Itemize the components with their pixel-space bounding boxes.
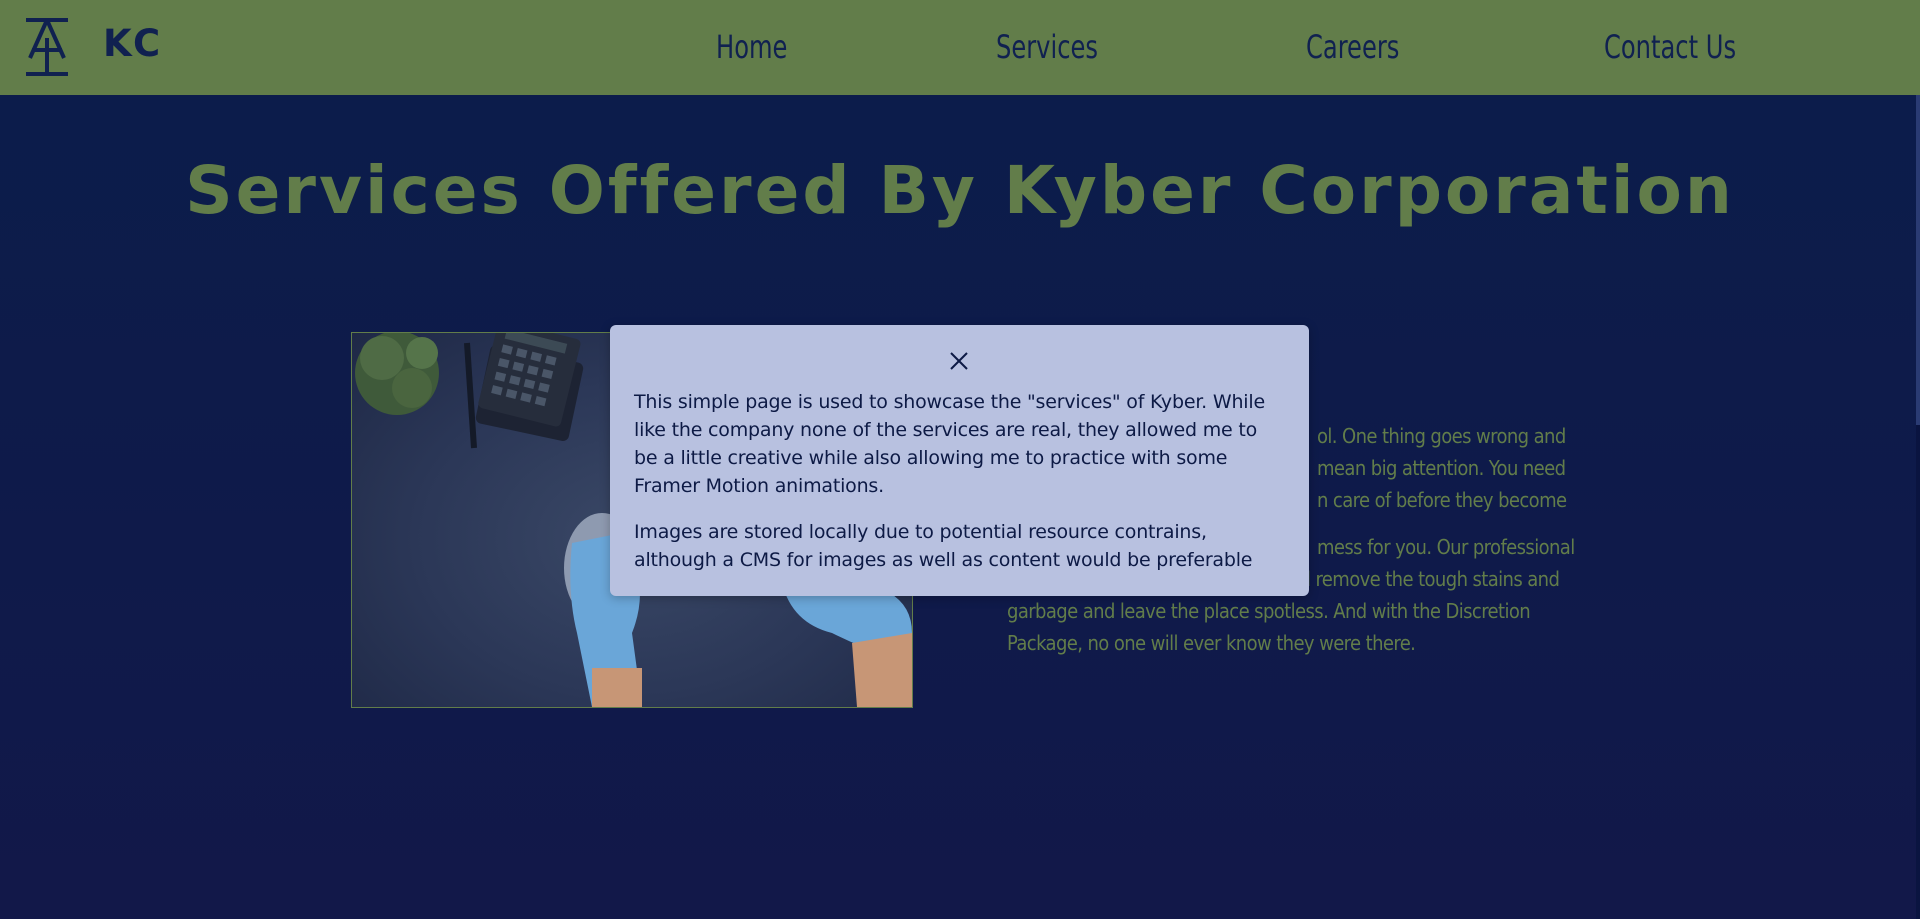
scrollbar-thumb[interactable] [1916, 95, 1920, 425]
nav-services[interactable]: Services [996, 28, 1098, 66]
page: KC Home Services Careers Contact Us Serv… [0, 0, 1920, 919]
plant-icon [355, 333, 439, 415]
modal-paragraph: Images are stored locally due to potenti… [634, 521, 1253, 571]
close-icon[interactable] [947, 349, 971, 373]
site-header: KC Home Services Careers Contact Us [0, 0, 1920, 95]
nav-careers[interactable]: Careers [1306, 28, 1399, 66]
nav-contact-us[interactable]: Contact Us [1604, 28, 1736, 66]
modal-paragraph: This simple page is used to showcase the… [634, 391, 1265, 497]
info-modal: This simple page is used to showcase the… [610, 325, 1309, 596]
page-title: Services Offered By Kyber Corporation [185, 152, 1735, 229]
nav-home[interactable]: Home [716, 28, 787, 66]
pen-icon [464, 342, 477, 449]
brand-name[interactable]: KC [103, 22, 163, 65]
kyber-logo-icon[interactable] [24, 18, 70, 76]
